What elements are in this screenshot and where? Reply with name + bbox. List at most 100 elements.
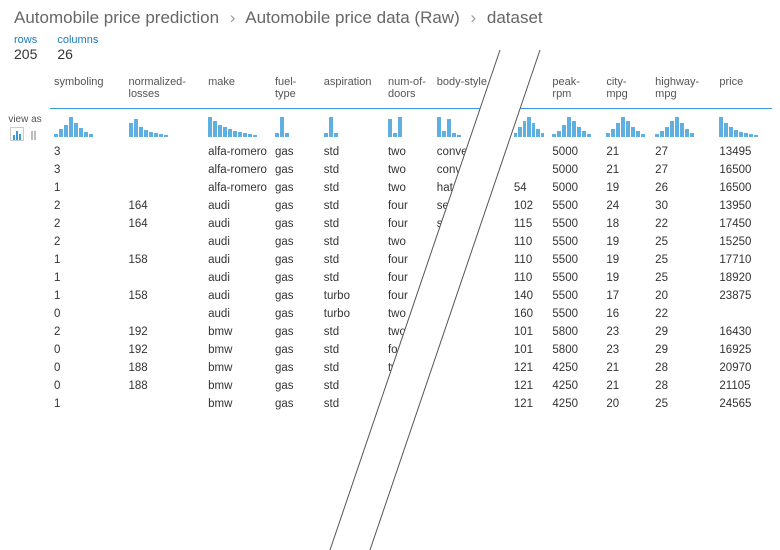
column-header[interactable]: make — [204, 72, 271, 109]
column-histogram[interactable] — [552, 115, 598, 137]
table-cell: 19 — [602, 269, 651, 287]
table-row[interactable]: 0192bmwgasstdfour1015800232916925 — [50, 341, 772, 359]
columns-value: 26 — [57, 46, 98, 62]
rows-label: rows — [14, 34, 37, 46]
table-cell: std — [320, 323, 384, 341]
column-histogram[interactable] — [54, 115, 121, 137]
table-cell: se — [433, 215, 510, 233]
table-row[interactable]: 2audigasstdtwos1105500192515250 — [50, 233, 772, 251]
histogram-view-icon[interactable] — [10, 127, 24, 141]
table-row[interactable]: 1alfa-romerogasstdtwohatch54500019261650… — [50, 179, 772, 197]
column-histogram[interactable] — [719, 115, 768, 137]
grid-view-icon[interactable] — [26, 127, 40, 141]
table-row[interactable]: 1158audigasturbofour1405500172023875 — [50, 287, 772, 305]
table-cell: audi — [204, 197, 271, 215]
table-row[interactable]: 2164audigasstdfourseda1025500243013950 — [50, 197, 772, 215]
table-cell: 21 — [602, 161, 651, 179]
table-cell: std — [320, 341, 384, 359]
column-header[interactable]: body-style — [433, 72, 510, 109]
column-histogram[interactable] — [514, 115, 545, 137]
column-histogram[interactable] — [388, 115, 429, 137]
table-cell: hatch — [433, 179, 510, 197]
table-cell: 16500 — [715, 179, 772, 197]
table-cell: 5000 — [548, 143, 602, 161]
crumb-0[interactable]: Automobile price prediction — [14, 8, 219, 27]
table-row[interactable]: 2164audigasstdfourse1155500182217450 — [50, 215, 772, 233]
table-cell: std — [320, 233, 384, 251]
table-cell: 20 — [651, 287, 715, 305]
table-cell: four — [384, 215, 433, 233]
table-cell: 188 — [125, 359, 205, 377]
table-cell: std — [320, 143, 384, 161]
table-row[interactable]: 0188bmwgasstdtw1214250212820970 — [50, 359, 772, 377]
table-cell: std — [320, 269, 384, 287]
crumb-2[interactable]: dataset — [487, 8, 543, 27]
table-row[interactable]: 1bmwgasstdf1214250202524565 — [50, 395, 772, 413]
table-cell: 121 — [510, 395, 549, 413]
table-cell: 15250 — [715, 233, 772, 251]
table-cell: conver — [433, 161, 510, 179]
table-cell: 24565 — [715, 395, 772, 413]
table-cell: tw — [384, 359, 433, 377]
table-cell: 21 — [602, 143, 651, 161]
column-histogram[interactable] — [129, 115, 201, 137]
table-row[interactable]: 0audigasturbotwo16055001622 — [50, 305, 772, 323]
table-cell: std — [320, 215, 384, 233]
table-cell — [125, 395, 205, 413]
table-cell: 1 — [50, 287, 125, 305]
table-cell: std — [320, 359, 384, 377]
table-row[interactable]: 0188bmwgasstdfo1214250212821105 — [50, 377, 772, 395]
table-cell — [433, 251, 510, 269]
table-row[interactable]: 3alfa-romerogasstdtwoconvertib5000212713… — [50, 143, 772, 161]
table-cell: gas — [271, 143, 320, 161]
view-as-toggle[interactable]: view as — [4, 114, 46, 141]
table-row[interactable]: 1158audigasstdfour1105500192517710 — [50, 251, 772, 269]
columns-label: columns — [57, 34, 98, 46]
table-cell: 0 — [50, 341, 125, 359]
column-histogram[interactable] — [275, 115, 316, 137]
table-cell: two — [384, 161, 433, 179]
table-cell: alfa-romero — [204, 179, 271, 197]
table-cell: 16 — [602, 305, 651, 323]
column-header[interactable]: normalized-losses — [125, 72, 205, 109]
table-cell: 29 — [651, 341, 715, 359]
table-cell — [125, 143, 205, 161]
column-histogram[interactable] — [606, 115, 647, 137]
crumb-1[interactable]: Automobile price data (Raw) — [245, 8, 459, 27]
column-header[interactable]: peak-rpm — [548, 72, 602, 109]
column-header[interactable]: fuel-type — [271, 72, 320, 109]
table-cell: 5500 — [548, 305, 602, 323]
table-cell — [433, 287, 510, 305]
column-header[interactable]: aspiration — [320, 72, 384, 109]
table-cell: 25 — [651, 269, 715, 287]
table-cell: 18 — [602, 215, 651, 233]
table-cell: gas — [271, 323, 320, 341]
table-cell: 0 — [50, 359, 125, 377]
table-cell: 18920 — [715, 269, 772, 287]
table-cell: four — [384, 287, 433, 305]
table-cell: 5000 — [548, 161, 602, 179]
table-cell — [433, 395, 510, 413]
table-cell — [433, 323, 510, 341]
table-cell: alfa-romero — [204, 143, 271, 161]
table-cell: gas — [271, 197, 320, 215]
column-histogram[interactable] — [437, 115, 506, 137]
column-header[interactable]: symboling — [50, 72, 125, 109]
table-row[interactable]: 2192bmwgasstdtwo1015800232916430 — [50, 323, 772, 341]
column-header[interactable]: er — [510, 72, 549, 109]
column-header[interactable]: city-mpg — [602, 72, 651, 109]
column-histogram[interactable] — [655, 115, 711, 137]
column-header[interactable]: num-of-doors — [384, 72, 433, 109]
table-cell: 20 — [602, 395, 651, 413]
column-histogram[interactable] — [208, 115, 267, 137]
table-cell: 2 — [50, 197, 125, 215]
table-cell: 1 — [50, 395, 125, 413]
column-header[interactable]: price — [715, 72, 772, 109]
column-histogram[interactable] — [324, 115, 380, 137]
table-row[interactable]: 1audigasstdfour1105500192518920 — [50, 269, 772, 287]
table-cell — [433, 269, 510, 287]
table-cell: 0 — [50, 305, 125, 323]
table-row[interactable]: 3alfa-romerogasstdtwoconver5000212716500 — [50, 161, 772, 179]
table-cell: 140 — [510, 287, 549, 305]
column-header[interactable]: highway-mpg — [651, 72, 715, 109]
